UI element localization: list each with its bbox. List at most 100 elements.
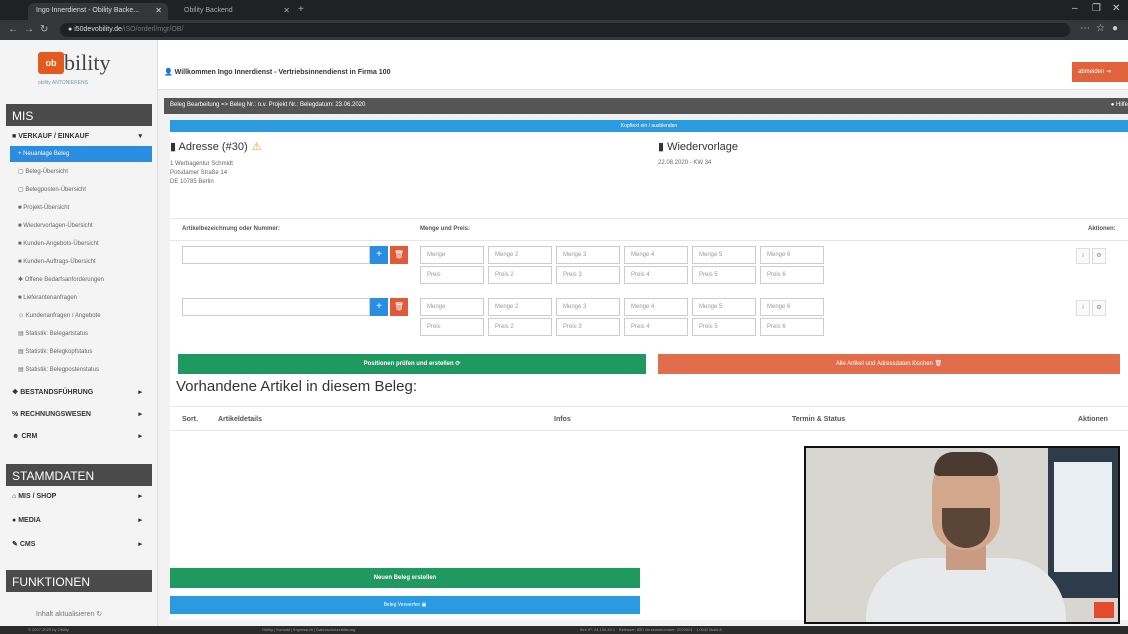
- sidebar-item-neuanlage-beleg[interactable]: + Neuanlage Beleg: [10, 146, 152, 162]
- obility-logo[interactable]: ob bility obility ANTONIERENS: [38, 50, 128, 90]
- info-icon[interactable]: i: [1076, 248, 1090, 264]
- col-termin-status: Termin & Status: [792, 416, 846, 423]
- delete-article-button[interactable]: 🗑: [390, 246, 408, 264]
- nav-group-label: BESTANDSFÜHRUNG: [20, 389, 94, 396]
- browser-tab-active[interactable]: Ingo Innerdienst - Obility Backe... ✕: [28, 3, 168, 20]
- preis-3-field[interactable]: Preis 3: [556, 266, 620, 284]
- delete-article-button[interactable]: 🗑: [390, 298, 408, 316]
- preis-2-field[interactable]: Preis 2: [488, 318, 552, 336]
- close-window-icon[interactable]: ✕: [1112, 3, 1120, 14]
- sidebar-item-projekt-uebersicht[interactable]: ■ Projekt-Übersicht: [10, 200, 152, 216]
- forward-icon[interactable]: →: [24, 24, 34, 35]
- browser-tab[interactable]: Obility Backend ✕: [176, 3, 296, 20]
- close-tab-icon[interactable]: ✕: [283, 6, 290, 15]
- discard-beleg-button[interactable]: Beleg Verwerfen ▣: [170, 596, 640, 614]
- wiedervorlage-date[interactable]: 22.08.2020 - KW 34: [658, 160, 711, 166]
- menge-field[interactable]: Menge: [420, 246, 484, 264]
- button-label: Alle Artikel und Adressdaten löschen: [835, 361, 933, 367]
- nav-group-rechnung[interactable]: % RECHNUNGSWESEN ▸: [6, 406, 152, 424]
- menge-2-field[interactable]: Menge 2: [488, 246, 552, 264]
- nav-group-cms[interactable]: ✎ CMS ▸: [6, 536, 152, 554]
- back-icon[interactable]: ←: [8, 24, 18, 35]
- nav-group-media[interactable]: ● MEDIA ▸: [6, 512, 152, 530]
- reload-icon[interactable]: ↻: [40, 24, 48, 35]
- address-bar[interactable]: ● i50devobility.de/iSO/orderl/mgr/OB/: [60, 23, 1070, 37]
- sidebar-item-beleg-uebersicht[interactable]: ▢ Beleg-Übersicht: [10, 164, 152, 180]
- menge-5-field[interactable]: Menge 5: [692, 298, 756, 316]
- menge-2-field[interactable]: Menge 2: [488, 298, 552, 316]
- divider: [170, 240, 1128, 241]
- preis-3-field[interactable]: Preis 3: [556, 318, 620, 336]
- header-text-toggle[interactable]: Kopftext ein / ausblenden: [170, 120, 1128, 132]
- cart-icon: ■: [12, 133, 17, 140]
- menge-4-field[interactable]: Menge 4: [624, 246, 688, 264]
- nav-group-bestand[interactable]: ❖ BESTANDSFÜHRUNG ▸: [6, 384, 152, 402]
- delete-all-button[interactable]: Alle Artikel und Adressdaten löschen 🗑: [658, 354, 1120, 374]
- menge-4-field[interactable]: Menge 4: [624, 298, 688, 316]
- sidebar-item-belegposten-uebersicht[interactable]: ▢ Belegposten-Übersicht: [10, 182, 152, 198]
- sidebar-item-lieferantenanfragen[interactable]: ■ Lieferantenanfragen: [10, 290, 152, 306]
- user-icon: ☺: [18, 313, 26, 319]
- add-article-button[interactable]: +: [370, 298, 388, 316]
- col-sort[interactable]: Sort.: [182, 416, 198, 423]
- sidebar-item-statistik-belegartstatus[interactable]: ▤ Statistik: Belegartstatus: [10, 326, 152, 342]
- refresh-content-row[interactable]: Inhalt aktualisieren ↻: [6, 610, 152, 624]
- preis-field[interactable]: Preis: [420, 266, 484, 284]
- menge-6-field[interactable]: Menge 6: [760, 246, 824, 264]
- nav-group-mis-shop[interactable]: ⌂ MIS / SHOP ▸: [6, 488, 152, 506]
- settings-icon[interactable]: ⚙: [1092, 248, 1106, 264]
- sidebar-item-label: Beleg-Übersicht: [25, 169, 69, 175]
- article-input[interactable]: [182, 298, 370, 316]
- maximize-icon[interactable]: ❐: [1092, 3, 1101, 14]
- footer-links[interactable]: Obility | Kontakt | Impressum | Datensch…: [262, 627, 355, 632]
- preis-4-field[interactable]: Preis 4: [624, 266, 688, 284]
- chevron-right-icon: ▸: [138, 541, 142, 548]
- preis-field[interactable]: Preis: [420, 318, 484, 336]
- info-icon[interactable]: i: [1076, 300, 1090, 316]
- sidebar-item-wiedervorlagen-uebersicht[interactable]: ■ Wiedervorlagen-Übersicht: [10, 218, 152, 234]
- extension-icon[interactable]: ⋯: [1080, 23, 1090, 34]
- sidebar-item-statistik-belegkopfstatus[interactable]: ▤ Statistik: Belegkopfstatus: [10, 344, 152, 360]
- sidebar-item-statistik-belegpostenstatus[interactable]: ▤ Statistik: Belegpostenstatus: [10, 362, 152, 378]
- warning-icon[interactable]: ⚠: [252, 141, 262, 153]
- button-label: Positionen prüfen und erstellen: [363, 361, 454, 367]
- check-create-positions-button[interactable]: Positionen prüfen und erstellen ⟳: [178, 354, 646, 374]
- close-tab-icon[interactable]: ✕: [155, 6, 162, 15]
- menge-5-field[interactable]: Menge 5: [692, 246, 756, 264]
- menge-6-field[interactable]: Menge 6: [760, 298, 824, 316]
- settings-icon[interactable]: ⚙: [1092, 300, 1106, 316]
- help-link[interactable]: ● Hilfe: [1111, 102, 1128, 108]
- bookmark-star-icon[interactable]: ☆: [1096, 23, 1105, 34]
- new-beleg-button[interactable]: Neuen Beleg erstellen: [170, 568, 640, 588]
- minimize-icon[interactable]: –: [1072, 3, 1078, 14]
- sidebar-item-offene-bedarfsanforderungen[interactable]: ✱ Offene Bedarfsanforderungen: [10, 272, 152, 288]
- menge-3-field[interactable]: Menge 3: [556, 246, 620, 264]
- article-input[interactable]: [182, 246, 370, 264]
- preis-6-field[interactable]: Preis 6: [760, 318, 824, 336]
- file-icon: ▮: [658, 141, 668, 153]
- preis-4-field[interactable]: Preis 4: [624, 318, 688, 336]
- sidebar-item-kunden-angebots-uebersicht[interactable]: ■ Kunden-Angebots-Übersicht: [10, 236, 152, 252]
- preis-5-field[interactable]: Preis 5: [692, 266, 756, 284]
- menge-3-field[interactable]: Menge 3: [556, 298, 620, 316]
- sidebar: ob bility obility ANTONIERENS MIS ■ VERK…: [0, 40, 158, 626]
- nav-group-verkauf[interactable]: ■ VERKAUF / EINKAUF ▾: [6, 128, 152, 146]
- profile-icon[interactable]: ●: [1112, 23, 1118, 34]
- preis-2-field[interactable]: Preis 2: [488, 266, 552, 284]
- preis-6-field[interactable]: Preis 6: [760, 266, 824, 284]
- tab-title: Obility Backend: [184, 7, 233, 14]
- divider: [170, 218, 1128, 219]
- add-article-button[interactable]: +: [370, 246, 388, 264]
- nav-group-crm[interactable]: ☻ CRM ▸: [6, 428, 152, 446]
- logout-icon: ⇥: [1104, 69, 1112, 75]
- preis-5-field[interactable]: Preis 5: [692, 318, 756, 336]
- logout-button[interactable]: abmelden ⇥: [1072, 62, 1128, 82]
- footer-info: Ihre IP: 24.134.43.1 · Releaser: 850 Ver…: [580, 627, 722, 632]
- menge-field[interactable]: Menge: [420, 298, 484, 316]
- pencil-icon: ✎: [12, 541, 18, 548]
- sidebar-item-kunden-auftrags-uebersicht[interactable]: ■ Kunden-Auftrags-Übersicht: [10, 254, 152, 270]
- refresh-icon: ↻: [96, 611, 103, 618]
- chevron-right-icon: ▸: [138, 517, 142, 524]
- sidebar-item-kundenanfragen[interactable]: ☺ Kundenanfragen / Angebote: [10, 308, 152, 324]
- new-tab-icon[interactable]: +: [298, 4, 304, 15]
